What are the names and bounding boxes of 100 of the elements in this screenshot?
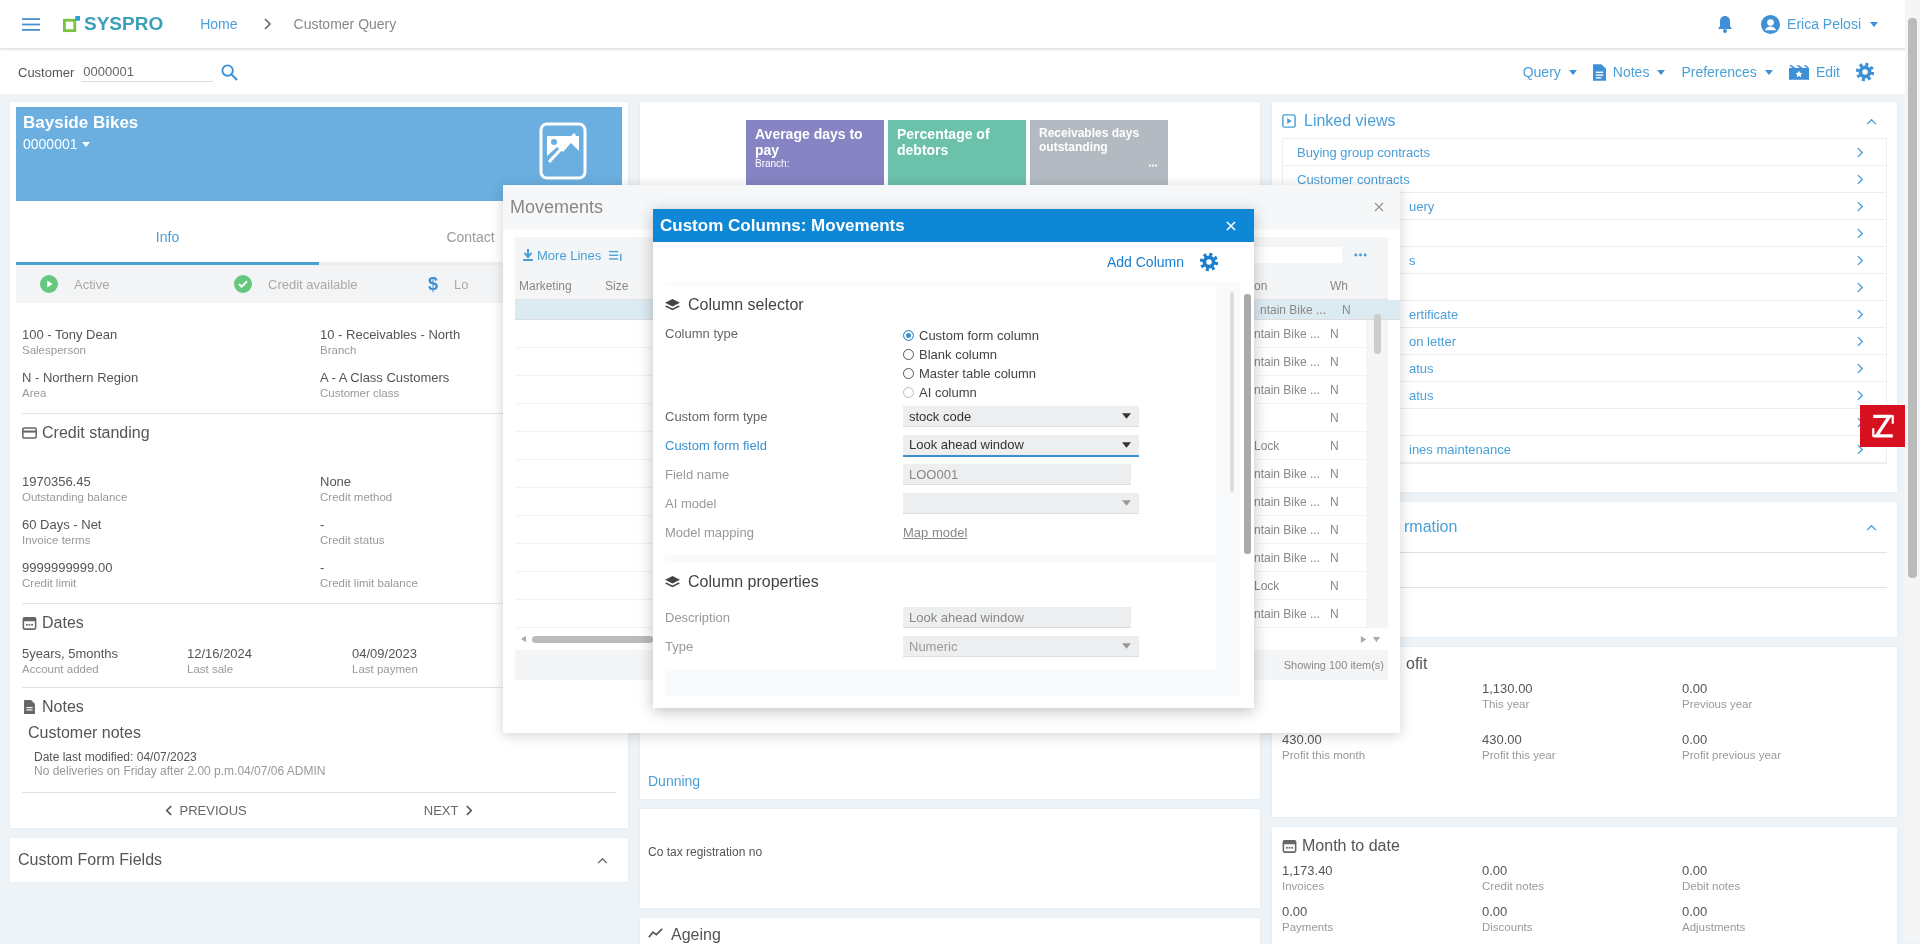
chevron-right-icon bbox=[1857, 335, 1864, 347]
previous-button[interactable]: PREVIOUS bbox=[164, 803, 247, 818]
logo-icon bbox=[63, 15, 80, 33]
kpi-tile[interactable]: Receivables days outstanding bbox=[1030, 120, 1168, 187]
columns-icon[interactable] bbox=[609, 249, 623, 261]
scroll-down-icon[interactable] bbox=[1373, 635, 1380, 643]
table-row[interactable]: ntain Bike ... N bbox=[1254, 516, 1366, 544]
table-row[interactable]: ntain Bike ... N bbox=[1254, 600, 1366, 628]
more-icon[interactable] bbox=[1354, 253, 1367, 257]
chevron-right-icon bbox=[1857, 254, 1864, 266]
section-title: Credit standing bbox=[42, 424, 150, 442]
dunning-link[interactable]: Dunning bbox=[648, 772, 1252, 789]
field-label: Debit notes bbox=[1682, 880, 1742, 892]
table-row[interactable]: Lock N bbox=[1254, 432, 1366, 460]
table-row[interactable]: ntain Bike ... N bbox=[1254, 348, 1366, 376]
table-row[interactable]: Lock N bbox=[1254, 572, 1366, 600]
status-label: Lo bbox=[454, 276, 469, 292]
horizontal-scrollbar[interactable] bbox=[515, 628, 653, 650]
map-model-link[interactable]: Map model bbox=[903, 525, 968, 540]
radio-button[interactable] bbox=[903, 349, 914, 360]
toolbar-menu[interactable]: Notes bbox=[1592, 63, 1666, 81]
customer-code-dropdown[interactable]: 0000001 bbox=[23, 136, 539, 152]
notes-heading: Customer notes bbox=[28, 724, 142, 742]
field-label: Credit status bbox=[320, 534, 386, 546]
input-field[interactable]: LOO001 bbox=[903, 464, 1131, 485]
table-cell-text: ntain Bike ... bbox=[1254, 494, 1322, 509]
user-avatar-icon bbox=[1761, 14, 1781, 34]
chevron-up-icon[interactable] bbox=[1866, 117, 1877, 125]
table-cell-text: N bbox=[1330, 410, 1340, 425]
field-value: 0.00 bbox=[1682, 732, 1709, 747]
caret-icon bbox=[1870, 21, 1878, 27]
next-button[interactable]: NEXT bbox=[423, 803, 474, 818]
table-row[interactable]: ntain Bike ... N bbox=[1254, 320, 1366, 348]
field-label: Credit limit bbox=[22, 577, 78, 589]
scroll-left-icon[interactable] bbox=[521, 635, 526, 643]
table-cell-text: ntain Bike ... bbox=[1254, 606, 1322, 621]
status-label: Credit available bbox=[268, 276, 358, 292]
field-label: AI model bbox=[665, 496, 718, 511]
kpi-tile[interactable]: Percentage of debtors bbox=[888, 120, 1026, 187]
linked-view-label: ines maintenance bbox=[1409, 441, 1511, 457]
column-header[interactable]: on bbox=[1254, 279, 1330, 293]
linked-view-item[interactable]: Buying group contracts bbox=[1283, 139, 1886, 166]
column-header[interactable]: Size bbox=[605, 279, 629, 293]
table-row[interactable]: ntain Bike ... N bbox=[1254, 544, 1366, 572]
floating-action-button[interactable] bbox=[1860, 405, 1905, 447]
scroll-right-icon[interactable] bbox=[1360, 635, 1367, 643]
field-value: 04/09/2023 bbox=[352, 646, 419, 661]
field-link[interactable]: 100 - Tony Dean bbox=[22, 327, 320, 342]
field-link[interactable]: N - Northern Region bbox=[22, 370, 320, 385]
chevron-up-icon[interactable] bbox=[597, 856, 608, 864]
radio-label: Master table column bbox=[919, 366, 1037, 381]
scrollbar[interactable] bbox=[1905, 0, 1920, 942]
field-label: Invoices bbox=[1282, 880, 1326, 892]
field-label: Type bbox=[665, 639, 695, 654]
more-lines-button[interactable]: More Lines bbox=[523, 247, 602, 263]
search-icon[interactable] bbox=[221, 63, 239, 81]
menu-icon[interactable] bbox=[22, 17, 40, 31]
table-cell-text: ntain Bike ... bbox=[1254, 466, 1322, 481]
credit-card-icon bbox=[22, 426, 37, 440]
toolbar-menu[interactable]: Preferences bbox=[1681, 64, 1773, 80]
status-label: Active bbox=[74, 276, 110, 292]
toolbar-menu[interactable]: Query bbox=[1522, 64, 1577, 80]
column-header[interactable]: Marketing bbox=[515, 279, 605, 293]
field-label: Column type bbox=[665, 326, 739, 341]
layers-icon bbox=[665, 575, 680, 589]
caret-icon bbox=[1122, 500, 1131, 506]
field-label: Custom form type bbox=[665, 409, 769, 424]
input-field[interactable]: Look ahead window bbox=[903, 607, 1131, 628]
dollar-icon: $ bbox=[428, 274, 438, 294]
settings-icon[interactable] bbox=[1854, 61, 1876, 83]
table-row[interactable]: ntain Bike ... N bbox=[1254, 300, 1400, 320]
chevron-right-icon bbox=[1857, 173, 1864, 185]
clapperboard-icon bbox=[1788, 64, 1809, 80]
grid-search-field[interactable] bbox=[1254, 247, 1342, 263]
toolbar-menu[interactable]: Edit bbox=[1788, 64, 1840, 80]
more-icon[interactable] bbox=[1148, 164, 1158, 167]
panel-title: Ageing bbox=[671, 926, 721, 944]
table-row[interactable]: ntain Bike ... N bbox=[1254, 488, 1366, 516]
bell-icon[interactable] bbox=[1717, 15, 1734, 33]
field-label: Credit notes bbox=[1482, 880, 1545, 892]
image-icon[interactable] bbox=[539, 122, 587, 180]
table-row[interactable]: ntain Bike ... N bbox=[1254, 376, 1366, 404]
breadcrumb-item[interactable]: Home bbox=[200, 16, 238, 32]
horizontal-scrollbar[interactable] bbox=[1254, 628, 1388, 650]
close-icon[interactable] bbox=[1374, 202, 1384, 212]
caret-icon bbox=[81, 141, 90, 147]
table-row[interactable]: N bbox=[1254, 404, 1366, 432]
user-menu[interactable]: Erica Pelosi bbox=[1761, 14, 1878, 34]
dropdown-field[interactable]: Look ahead window bbox=[903, 434, 1139, 457]
radio-label: Custom form column bbox=[919, 328, 1039, 343]
radio-button[interactable] bbox=[903, 368, 914, 379]
add-column-link[interactable]: Add Column bbox=[1106, 254, 1184, 270]
table-cell-text: ntain Bike ... bbox=[1254, 550, 1322, 565]
column-header[interactable]: Wh bbox=[1330, 279, 1360, 293]
chevron-up-icon[interactable] bbox=[1866, 523, 1877, 531]
table-row[interactable]: ntain Bike ... N bbox=[1254, 460, 1366, 488]
radio-button[interactable] bbox=[903, 330, 914, 341]
settings-icon[interactable] bbox=[1198, 251, 1220, 273]
kpi-tile[interactable]: Average days to pay Branch: bbox=[746, 120, 884, 187]
dropdown-field[interactable]: stock code bbox=[903, 406, 1139, 427]
